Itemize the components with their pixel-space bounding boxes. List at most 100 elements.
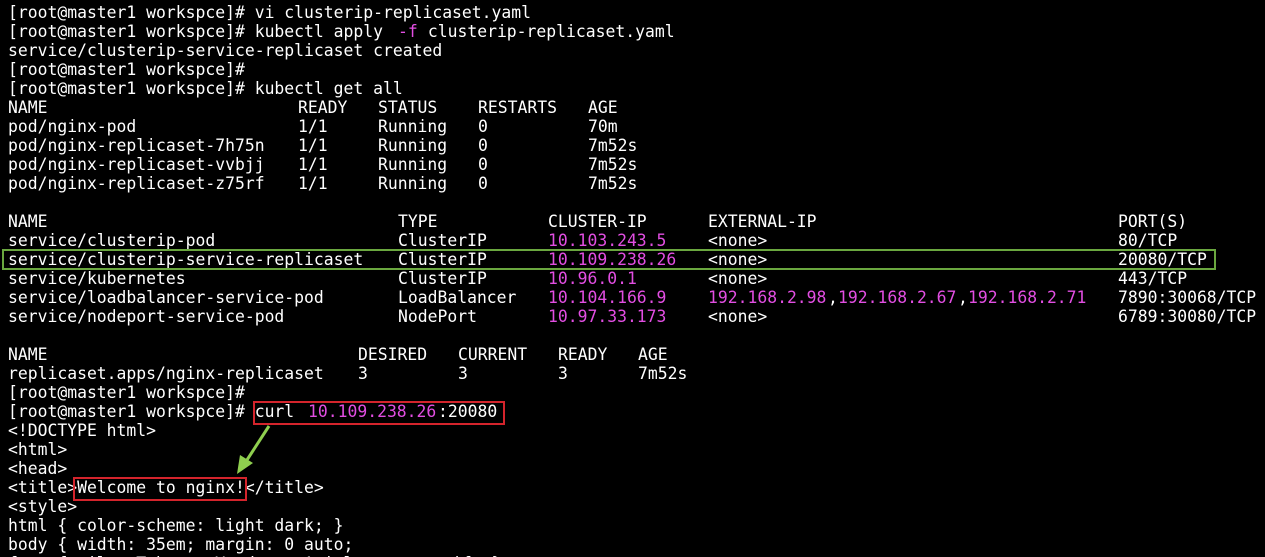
terminal-text: 3	[558, 364, 568, 383]
terminal-line: service/nodeport-service-pod NodePort 10.9…	[0, 307, 1265, 326]
terminal-text: [root@master1 workspce]# curl	[8, 402, 305, 421]
terminal-text: service/kubernetes	[8, 269, 186, 288]
terminal-text: pod/nginx-replicaset-vvbjj	[8, 155, 265, 174]
terminal-line: pod/nginx-replicaset-z75rf 1/1 Running 0 7m5…	[0, 174, 1265, 193]
terminal-line: pod/nginx-replicaset-7h75n 1/1 Running 0 7m5…	[0, 136, 1265, 155]
terminal-text: <!DOCTYPE html>	[8, 421, 157, 440]
terminal-text: Running	[378, 136, 448, 155]
terminal-text: pod/nginx-replicaset-z75rf	[8, 174, 265, 193]
terminal-text: :20080	[438, 402, 498, 421]
terminal-text: <style>	[8, 497, 78, 516]
terminal-text: ,	[828, 288, 838, 307]
terminal-line: service/clusterip-service-replicaset Clus…	[0, 250, 1265, 269]
terminal-line: [root@master1 workspce]#	[0, 60, 1265, 79]
terminal-text: TYPE	[398, 212, 438, 231]
terminal-text: 80/TCP	[1118, 231, 1178, 250]
terminal-line: <title>Welcome to nginx!</title>	[0, 478, 1265, 497]
terminal-text: Running	[378, 117, 448, 136]
terminal-line: service/kubernetes ClusterIP 10.96.0.1 <non…	[0, 269, 1265, 288]
terminal-text: [root@master1 workspce]# vi clusterip-re…	[8, 3, 532, 22]
terminal-text: EXTERNAL-IP	[708, 212, 817, 231]
terminal-line: <style>	[0, 497, 1265, 516]
terminal-line: <head>	[0, 459, 1265, 478]
terminal-line: service/loadbalancer-service-pod LoadBala…	[0, 288, 1265, 307]
terminal-text: PORT(S)	[1118, 212, 1188, 231]
terminal-window[interactable]: [root@master1 workspce]# vi clusterip-re…	[0, 0, 1265, 557]
terminal-text: 7m52s	[588, 136, 638, 155]
terminal-text: 1/1	[298, 174, 328, 193]
terminal-text: CURRENT	[458, 345, 528, 364]
terminal-text: ,	[958, 288, 968, 307]
terminal-text: AGE	[638, 345, 668, 364]
terminal-text: STATUS	[378, 98, 438, 117]
terminal-text: [root@master1 workspce]#	[8, 60, 245, 79]
terminal-text: 192.168.2.71	[968, 288, 1087, 307]
terminal-line: pod/nginx-replicaset-vvbjj 1/1 Running 0 7m5…	[0, 155, 1265, 174]
terminal-text: <none>	[708, 250, 768, 269]
terminal-text: 443/TCP	[1118, 269, 1188, 288]
terminal-text: service/clusterip-pod	[8, 231, 216, 250]
terminal-line: replicaset.apps/nginx-replicaset 3 3 3 7m52s	[0, 364, 1265, 383]
terminal-text: 192.168.2.98	[708, 288, 827, 307]
terminal-text: AGE	[588, 98, 618, 117]
terminal-text: 1/1	[298, 117, 328, 136]
terminal-line: service/clusterip-service-replicaset cre…	[0, 41, 1265, 60]
terminal-text: 10.109.238.26	[308, 402, 437, 421]
terminal-text: LoadBalancer	[398, 288, 517, 307]
terminal-text: service/clusterip-service-replicaset	[8, 250, 364, 269]
terminal-text: READY	[298, 98, 348, 117]
terminal-line: [root@master1 workspce]# vi clusterip-re…	[0, 3, 1265, 22]
terminal-text: 10.109.238.26	[548, 250, 677, 269]
terminal-text: <none>	[708, 307, 768, 326]
terminal-line: [root@master1 workspce]# curl 10.109.238…	[0, 402, 1265, 421]
terminal-text: <none>	[708, 231, 768, 250]
terminal-text: <title>Welcome to nginx!</title>	[8, 478, 324, 497]
terminal-text: [root@master1 workspce]# kubectl apply	[8, 22, 393, 41]
terminal-text: 10.104.166.9	[548, 288, 667, 307]
terminal-text: body { width: 35em; margin: 0 auto;	[8, 535, 354, 554]
terminal-text: 70m	[588, 117, 618, 136]
terminal-text: 1/1	[298, 155, 328, 174]
terminal-text: [root@master1 workspce]#	[8, 383, 245, 402]
terminal-text: [root@master1 workspce]# kubectl get all	[8, 79, 403, 98]
terminal-text: html { color-scheme: light dark; }	[8, 516, 344, 535]
terminal-text: service/loadbalancer-service-pod	[8, 288, 324, 307]
terminal-line: [root@master1 workspce]#	[0, 383, 1265, 402]
terminal-text: Running	[378, 174, 448, 193]
terminal-text: <head>	[8, 459, 68, 478]
terminal-text: Running	[378, 155, 448, 174]
terminal-text: ClusterIP	[398, 231, 487, 250]
terminal-text: <none>	[708, 269, 768, 288]
terminal-line: body { width: 35em; margin: 0 auto;	[0, 535, 1265, 554]
terminal-text: NAME	[8, 98, 48, 117]
terminal-line: [root@master1 workspce]# kubectl apply -…	[0, 22, 1265, 41]
terminal-text: 3	[458, 364, 468, 383]
terminal-text: NAME	[8, 212, 48, 231]
terminal-text: service/clusterip-service-replicaset cre…	[8, 41, 443, 60]
terminal-line: <!DOCTYPE html>	[0, 421, 1265, 440]
terminal-text: 7m52s	[588, 155, 638, 174]
terminal-text: -f	[398, 22, 418, 41]
terminal-text: 192.168.2.67	[838, 288, 957, 307]
terminal-text: CLUSTER-IP	[548, 212, 647, 231]
terminal-text: 0	[478, 174, 488, 193]
terminal-text: 7m52s	[638, 364, 688, 383]
terminal-line: service/clusterip-pod ClusterIP 10.103.243…	[0, 231, 1265, 250]
terminal-text: 0	[478, 117, 488, 136]
terminal-text: 3	[358, 364, 368, 383]
terminal-text: 6789:30080/TCP	[1118, 307, 1257, 326]
terminal-line: [root@master1 workspce]# kubectl get all	[0, 79, 1265, 98]
terminal-line: pod/nginx-pod 1/1 Running 0 70m	[0, 117, 1265, 136]
terminal-text: 10.96.0.1	[548, 269, 637, 288]
terminal-text: <html>	[8, 440, 68, 459]
terminal-text: 0	[478, 155, 488, 174]
terminal-text: 10.97.33.173	[548, 307, 667, 326]
terminal-text: 20080/TCP	[1118, 250, 1207, 269]
terminal-text: 1/1	[298, 136, 328, 155]
terminal-text: 7890:30068/TCP	[1118, 288, 1257, 307]
terminal-text: READY	[558, 345, 608, 364]
terminal-line: <html>	[0, 440, 1265, 459]
terminal-text: 0	[478, 136, 488, 155]
